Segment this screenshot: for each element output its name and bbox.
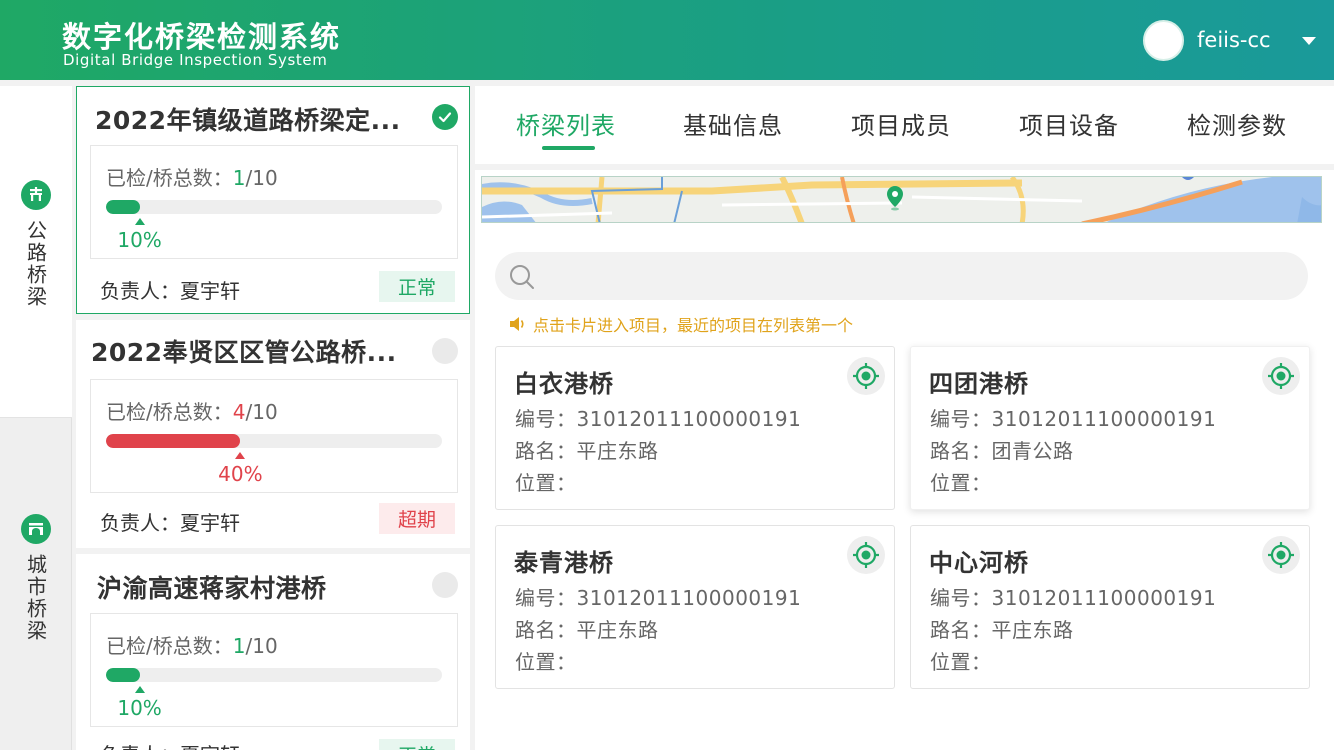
app-header: 数字化桥梁检测系统 Digital Bridge Inspection Syst… bbox=[0, 0, 1334, 80]
bridge-code: 编号：31012011100000191 bbox=[515, 407, 802, 431]
bridge-name: 四团港桥 bbox=[929, 370, 1029, 398]
checked-count: 4 bbox=[232, 400, 246, 424]
total-count: /10 bbox=[245, 634, 278, 658]
status-badge: 正常 bbox=[379, 739, 455, 750]
checked-count: 1 bbox=[232, 166, 246, 190]
highway-bridge-icon bbox=[21, 180, 51, 210]
bridge-location: 位置： bbox=[515, 650, 577, 674]
progress-box: 已检/桥总数：1/10 10% bbox=[90, 145, 458, 259]
status-badge: 正常 bbox=[379, 271, 455, 302]
main-panel: 桥梁列表 基础信息 项目成员 项目设备 检测参数 点击卡片进入项目，最近的项目在… bbox=[475, 86, 1334, 750]
progress-label: 已检/桥总数：1/10 bbox=[106, 166, 278, 190]
check-circle-icon bbox=[432, 104, 458, 130]
project-owner: 负责人：夏宇轩 bbox=[100, 279, 240, 303]
progress-label: 已检/桥总数：4/10 bbox=[106, 400, 278, 424]
map-view[interactable] bbox=[481, 176, 1322, 223]
bridge-road: 路名：团青公路 bbox=[930, 439, 1074, 463]
bridge-road: 路名：平庄东路 bbox=[515, 618, 659, 642]
locate-button[interactable] bbox=[1262, 536, 1300, 574]
chevron-down-icon[interactable] bbox=[1302, 37, 1316, 45]
bridge-location: 位置： bbox=[515, 471, 577, 495]
city-bridge-icon bbox=[21, 514, 51, 544]
app-subtitle: Digital Bridge Inspection System bbox=[63, 51, 328, 69]
tab-bridge-list[interactable]: 桥梁列表 bbox=[516, 106, 616, 141]
checked-count: 1 bbox=[232, 634, 246, 658]
bridge-type-nav: 公路桥梁 城市桥梁 bbox=[0, 86, 72, 750]
bridge-card[interactable]: 泰青港桥 编号：31012011100000191 路名：平庄东路 位置： bbox=[495, 525, 895, 689]
hint-text: 点击卡片进入项目，最近的项目在列表第一个 bbox=[509, 312, 853, 336]
project-owner: 负责人：夏宇轩 bbox=[100, 739, 240, 750]
bridge-code: 编号：31012011100000191 bbox=[930, 586, 1217, 610]
project-card[interactable]: 沪渝高速蒋家村港桥 已检/桥总数：1/10 10% 负责人：夏宇轩 正常 bbox=[76, 554, 470, 750]
speaker-icon bbox=[510, 317, 524, 331]
progress-percent: 40% bbox=[218, 462, 263, 486]
bridge-list-content: 点击卡片进入项目，最近的项目在列表第一个 白衣港桥 编号：31012011100… bbox=[475, 236, 1334, 750]
total-count: /10 bbox=[245, 166, 278, 190]
progress-marker bbox=[134, 686, 145, 693]
nav-item-label: 城市桥梁 bbox=[23, 554, 48, 642]
hint-label: 点击卡片进入项目，最近的项目在列表第一个 bbox=[533, 316, 854, 335]
progress-bar bbox=[106, 434, 442, 448]
search-input[interactable] bbox=[547, 252, 1287, 300]
tab-parameters[interactable]: 检测参数 bbox=[1187, 106, 1287, 141]
tab-equipment[interactable]: 项目设备 bbox=[1019, 106, 1119, 141]
target-location-icon bbox=[1268, 542, 1294, 568]
progress-fill bbox=[106, 434, 241, 448]
progress-percent: 10% bbox=[117, 696, 162, 720]
bridge-location: 位置： bbox=[930, 650, 992, 674]
target-location-icon bbox=[853, 363, 879, 389]
bridge-name: 中心河桥 bbox=[929, 549, 1029, 577]
progress-marker bbox=[134, 218, 145, 225]
progress-label: 已检/桥总数：1/10 bbox=[106, 634, 278, 658]
locate-button[interactable] bbox=[847, 536, 885, 574]
nav-item-highway-bridge[interactable]: 公路桥梁 bbox=[0, 86, 72, 418]
locate-button[interactable] bbox=[847, 357, 885, 395]
username[interactable]: feiis-cc bbox=[1197, 28, 1271, 52]
project-name: 2022奉贤区区管公路桥... bbox=[91, 338, 397, 367]
search-icon bbox=[510, 265, 534, 289]
target-location-icon bbox=[1268, 363, 1294, 389]
tab-members[interactable]: 项目成员 bbox=[851, 106, 951, 141]
tab-bar: 桥梁列表 基础信息 项目成员 项目设备 检测参数 bbox=[475, 86, 1334, 164]
bridge-name: 泰青港桥 bbox=[514, 549, 614, 577]
avatar[interactable] bbox=[1143, 20, 1184, 61]
search-bar[interactable] bbox=[495, 252, 1308, 300]
bridge-name: 白衣港桥 bbox=[514, 370, 614, 398]
check-circle-icon bbox=[432, 572, 458, 598]
bridge-code: 编号：31012011100000191 bbox=[930, 407, 1217, 431]
bridge-road: 路名：平庄东路 bbox=[515, 439, 659, 463]
progress-percent: 10% bbox=[117, 228, 162, 252]
status-badge: 超期 bbox=[379, 503, 455, 534]
map-panel bbox=[475, 170, 1334, 238]
total-count: /10 bbox=[245, 400, 278, 424]
bridge-card[interactable]: 中心河桥 编号：31012011100000191 路名：平庄东路 位置： bbox=[910, 525, 1310, 689]
project-card[interactable]: 2022年镇级道路桥梁定... 已检/桥总数：1/10 10% 负责人：夏宇轩 … bbox=[76, 86, 470, 314]
target-location-icon bbox=[853, 542, 879, 568]
progress-marker bbox=[235, 452, 246, 459]
project-list: 2022年镇级道路桥梁定... 已检/桥总数：1/10 10% 负责人：夏宇轩 … bbox=[76, 86, 470, 750]
tab-active-indicator bbox=[542, 146, 595, 150]
locate-button[interactable] bbox=[1262, 357, 1300, 395]
project-card[interactable]: 2022奉贤区区管公路桥... 已检/桥总数：4/10 40% 负责人：夏宇轩 … bbox=[76, 320, 470, 548]
bridge-card[interactable]: 白衣港桥 编号：31012011100000191 路名：平庄东路 位置： bbox=[495, 346, 895, 510]
bridge-road: 路名：平庄东路 bbox=[930, 618, 1074, 642]
project-name: 2022年镇级道路桥梁定... bbox=[95, 106, 401, 135]
nav-item-city-bridge[interactable]: 城市桥梁 bbox=[0, 418, 72, 750]
progress-bar bbox=[106, 668, 442, 682]
bridge-code: 编号：31012011100000191 bbox=[515, 586, 802, 610]
map-pin-icon bbox=[887, 186, 903, 211]
progress-box: 已检/桥总数：1/10 10% bbox=[90, 613, 458, 727]
check-circle-icon bbox=[432, 338, 458, 364]
progress-bar bbox=[106, 200, 442, 214]
bridge-location: 位置： bbox=[930, 471, 992, 495]
progress-fill bbox=[106, 668, 140, 682]
project-owner: 负责人：夏宇轩 bbox=[100, 511, 240, 535]
project-name: 沪渝高速蒋家村港桥 bbox=[97, 574, 327, 603]
bridge-card[interactable]: 四团港桥 编号：31012011100000191 路名：团青公路 位置： bbox=[910, 346, 1310, 510]
nav-item-label: 公路桥梁 bbox=[23, 220, 48, 308]
tab-basic-info[interactable]: 基础信息 bbox=[683, 106, 783, 141]
progress-fill bbox=[106, 200, 140, 214]
app-title: 数字化桥梁检测系统 bbox=[62, 20, 342, 54]
progress-box: 已检/桥总数：4/10 40% bbox=[90, 379, 458, 493]
